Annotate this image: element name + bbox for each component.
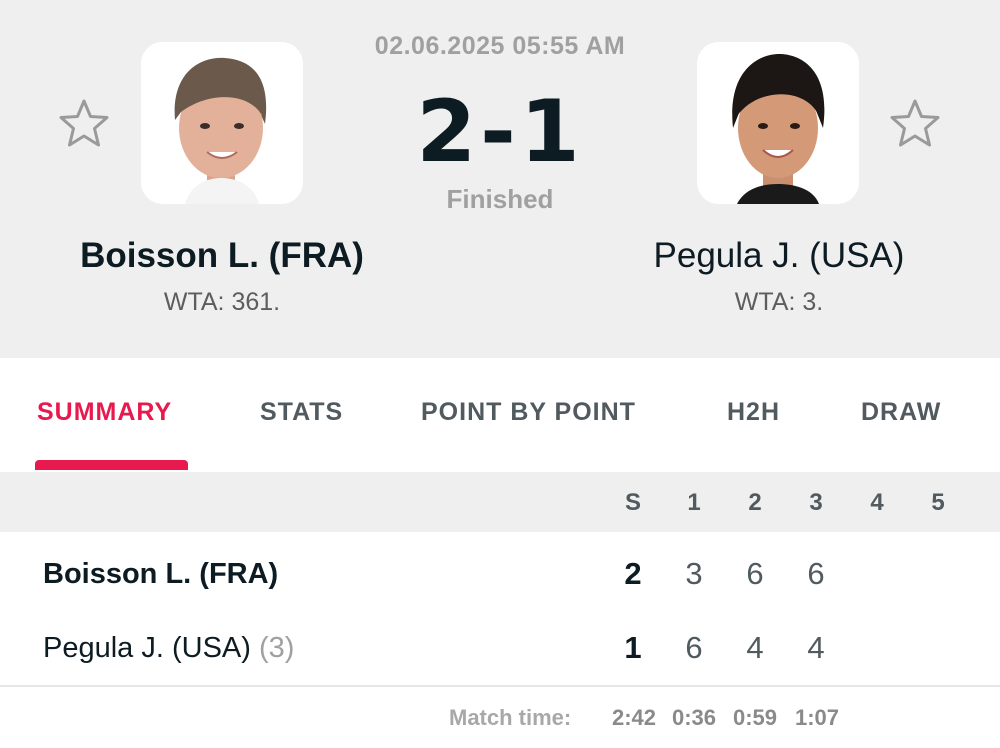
match-time-label: Match time: xyxy=(449,705,572,730)
row-player-seed: (3) xyxy=(258,632,295,664)
match-header: 02.06.2025 05:55 AM 2-1 Finished Boisson… xyxy=(0,0,1000,358)
column-header-sets: S xyxy=(624,489,641,516)
row-player-name: Pegula J. (USA) (3) xyxy=(43,632,294,665)
row-set-2-games: 4 xyxy=(746,630,764,665)
row-set-2-games: 6 xyxy=(746,556,764,591)
tab-point-by-point[interactable]: POINT BY POINT xyxy=(421,398,636,427)
active-tab-indicator xyxy=(35,460,188,470)
tab-stats[interactable]: STATS xyxy=(260,398,343,427)
row-set-3-games: 6 xyxy=(807,556,825,591)
favorite-star-icon[interactable] xyxy=(886,95,944,153)
tab-summary[interactable]: SUMMARY xyxy=(37,398,172,427)
row-set-1-games: 6 xyxy=(685,630,703,665)
row-sets-won: 2 xyxy=(624,556,642,591)
column-header-set-5: 5 xyxy=(931,489,945,516)
row-player-name-text: Pegula J. (USA) xyxy=(43,632,251,664)
column-header-set-2: 2 xyxy=(748,489,762,516)
player-rank-away: WTA: 3. xyxy=(734,288,824,316)
match-time-total: 2:42 xyxy=(611,705,657,730)
player-name-home[interactable]: Boisson L. (FRA) xyxy=(2,236,442,276)
match-time-set-3: 1:07 xyxy=(794,705,840,730)
column-header-set-4: 4 xyxy=(870,489,884,516)
tab-draw[interactable]: DRAW xyxy=(861,398,941,427)
player-rank-home: WTA: 361. xyxy=(163,288,281,316)
match-time-set-1: 0:36 xyxy=(671,705,717,730)
column-header-set-1: 1 xyxy=(687,489,701,516)
player-photo-pegula[interactable] xyxy=(697,42,859,204)
column-header-set-3: 3 xyxy=(809,489,823,516)
row-set-1-games: 3 xyxy=(685,556,703,591)
table-row[interactable]: Boisson L. (FRA) 2 3 6 6 xyxy=(0,536,1000,606)
row-sets-won: 1 xyxy=(624,630,642,665)
score-table-header: S 1 2 3 4 5 xyxy=(0,472,1000,532)
row-player-name: Boisson L. (FRA) xyxy=(43,558,279,590)
row-set-3-games: 4 xyxy=(807,630,825,665)
tab-h2h[interactable]: H2H xyxy=(727,398,780,427)
match-time-set-2: 0:59 xyxy=(732,705,778,730)
tab-bar: SUMMARY STATS POINT BY POINT H2H DRAW xyxy=(0,358,1000,472)
divider xyxy=(0,685,1000,687)
player-name-away[interactable]: Pegula J. (USA) xyxy=(559,236,999,276)
table-row[interactable]: Pegula J. (USA) (3) 1 6 4 4 xyxy=(0,610,1000,680)
